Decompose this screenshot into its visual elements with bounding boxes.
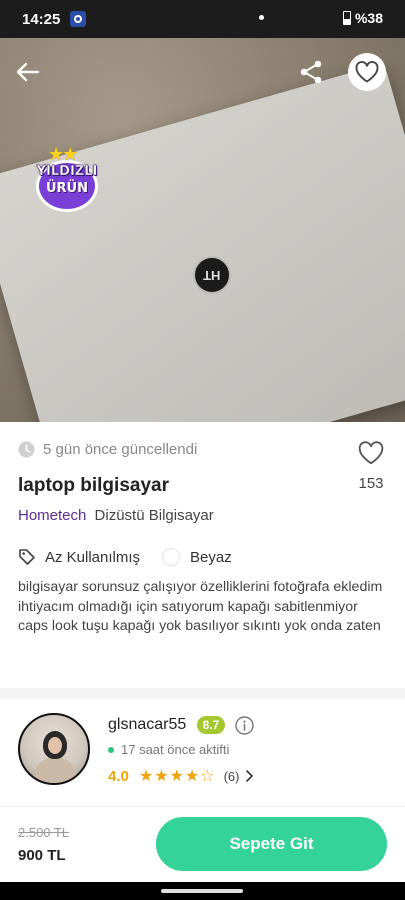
info-icon[interactable]	[235, 716, 254, 735]
app-notification-icon	[70, 11, 87, 27]
current-price: 900 TL	[18, 847, 66, 864]
category-label[interactable]: Dizüstü Bilgisayar	[95, 507, 214, 524]
status-bar: 14:25 %38	[0, 0, 405, 38]
rating-value: 4.0	[108, 767, 129, 785]
seller-rating[interactable]: 4.0 ★★★★☆ (6)	[108, 766, 254, 786]
go-to-cart-button[interactable]: Sepete Git	[156, 817, 387, 871]
featured-product-badge: ★★ YILDIZLI ÜRÜN	[28, 144, 106, 214]
product-title: laptop bilgisayar	[18, 475, 169, 496]
seller-activity: 17 saat önce aktifti	[108, 742, 229, 757]
home-handle[interactable]	[161, 889, 243, 893]
online-status-icon	[108, 746, 114, 753]
seller-score-badge: 8.7	[197, 716, 225, 734]
condition-label: Az Kullanılmış	[45, 548, 141, 566]
section-divider	[0, 688, 405, 698]
rating-stars-icon: ★★★★☆	[138, 768, 216, 785]
battery-level: %38	[354, 10, 383, 26]
badge-line2: ÜRÜN	[45, 181, 88, 196]
laptop-photo	[0, 63, 405, 422]
brand-category: Hometech Dizüstü Bilgisayar	[18, 507, 214, 524]
badge-line1: YILDIZLI	[36, 164, 98, 179]
seller-name[interactable]: glsnacar55	[108, 716, 186, 734]
product-description: bilgisayar sorunsuz çalışıyor özellikler…	[18, 579, 383, 634]
status-time: 14:25	[22, 10, 61, 28]
clock-icon	[18, 441, 35, 458]
back-button[interactable]	[14, 58, 42, 86]
favorite-button[interactable]	[348, 53, 386, 91]
heart-outline-icon	[358, 441, 384, 465]
review-count: (6)	[223, 768, 240, 784]
favorite-count: 153	[358, 475, 384, 492]
notification-dot-icon	[259, 15, 264, 20]
product-image[interactable]: HT ★★ YILDIZLI ÜRÜN	[0, 38, 405, 422]
heart-icon	[355, 61, 379, 83]
product-attributes: Az Kullanılmış Beyaz	[18, 548, 232, 566]
last-active-text: 17 saat önce aktifti	[121, 742, 230, 757]
share-button[interactable]	[297, 58, 325, 86]
battery-icon	[342, 11, 351, 25]
chevron-right-icon	[246, 770, 254, 782]
old-price: 2.500 TL	[18, 825, 70, 840]
share-icon	[300, 60, 322, 84]
color-swatch	[162, 548, 181, 566]
system-nav-bar	[0, 882, 405, 900]
brand-link[interactable]: Hometech	[18, 507, 86, 524]
favorite-counter[interactable]: 153	[354, 440, 388, 492]
arrow-left-icon	[16, 62, 40, 82]
badge-stars-icon: ★★	[48, 144, 78, 164]
laptop-brand-logo: HT	[193, 256, 231, 294]
tag-icon	[19, 549, 35, 565]
last-updated-text: 5 gün önce güncellendi	[43, 441, 198, 458]
seller-avatar[interactable]	[18, 713, 90, 785]
battery-indicator: %38	[342, 10, 383, 26]
last-updated: 5 gün önce güncellendi	[18, 441, 197, 458]
color-label: Beyaz	[190, 548, 232, 566]
